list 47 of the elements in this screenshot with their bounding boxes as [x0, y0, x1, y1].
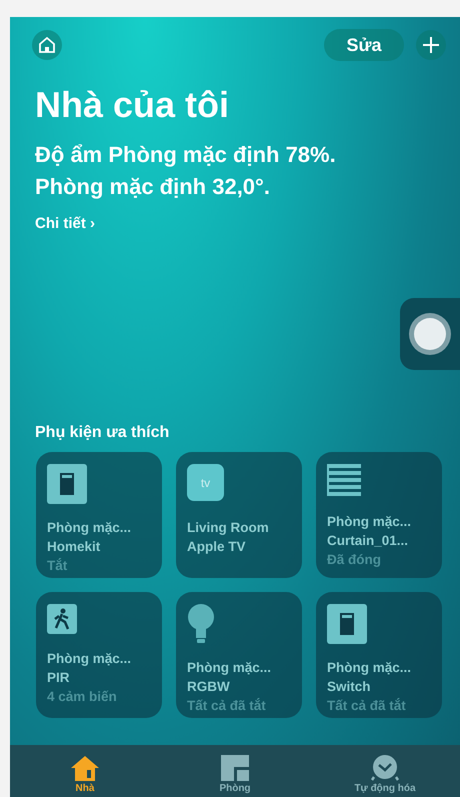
accessory-tile[interactable]: Phòng mặc... PIR 4 cảm biến — [36, 592, 162, 718]
circle-icon — [408, 312, 452, 356]
motion-sensor-icon — [47, 604, 77, 634]
status-summary: Độ ẩm Phòng mặc định 78%. — [35, 141, 337, 169]
accessory-name: RGBW — [187, 678, 230, 696]
tab-item[interactable]: Phòng — [160, 745, 310, 797]
accessory-tile[interactable]: tv Living Room Apple TV — [176, 452, 302, 578]
room-name: Phòng mặc... — [47, 519, 132, 537]
tab-item[interactable]: Nhà — [10, 745, 160, 797]
accessory-tile[interactable]: Phòng mặc... Switch Tất cả đã tắt — [316, 592, 442, 718]
plus-icon — [423, 37, 439, 53]
accessory-name: Apple TV — [187, 538, 246, 556]
accessory-tile[interactable]: Phòng mặc... RGBW Tất cả đã tắt — [176, 592, 302, 718]
edit-button[interactable]: Sửa — [324, 29, 404, 61]
details-link[interactable]: Chi tiết › — [35, 215, 95, 232]
assistive-touch-button[interactable] — [400, 298, 460, 370]
switch-icon — [47, 464, 87, 504]
accessory-name: Curtain_01... — [327, 532, 408, 550]
house-icon — [38, 36, 56, 54]
tv-app-icon: tv — [187, 464, 224, 501]
tab-item[interactable]: Tự động hóa — [310, 745, 460, 797]
accessory-tile[interactable]: Phòng mặc... Curtain_01... Đã đóng — [316, 452, 442, 578]
rooms-icon — [221, 755, 249, 781]
accessory-status: Đã đóng — [327, 551, 381, 569]
accessory-status: 4 cảm biến — [47, 688, 117, 706]
room-name: Phòng mặc... — [327, 513, 412, 531]
blinds-icon — [327, 464, 363, 498]
room-name: Phòng mặc... — [327, 659, 412, 677]
accessory-name: Switch — [327, 678, 371, 696]
light-bulb-icon — [187, 604, 215, 644]
section-heading: Phụ kiện ưa thích — [35, 424, 170, 442]
accessory-status: Tất cả đã tắt — [327, 697, 406, 715]
add-button[interactable] — [416, 30, 446, 60]
room-name: Living Room — [187, 519, 269, 537]
accessory-status: Tất cả đã tắt — [187, 697, 266, 715]
home-button[interactable] — [32, 30, 62, 60]
accessory-tile[interactable]: Phòng mặc... Homekit Tắt — [36, 452, 162, 578]
accessory-name: PIR — [47, 669, 70, 687]
room-name: Phòng mặc... — [187, 659, 272, 677]
home-title: Nhà của tôi — [35, 83, 230, 127]
accessory-name: Homekit — [47, 538, 100, 556]
room-name: Phòng mặc... — [47, 650, 132, 668]
accessory-status: Tắt — [47, 557, 68, 575]
clock-icon — [370, 755, 400, 781]
switch-icon — [327, 604, 367, 644]
home-icon — [70, 755, 100, 781]
status-summary: Phòng mặc định 32,0°. — [35, 173, 271, 201]
